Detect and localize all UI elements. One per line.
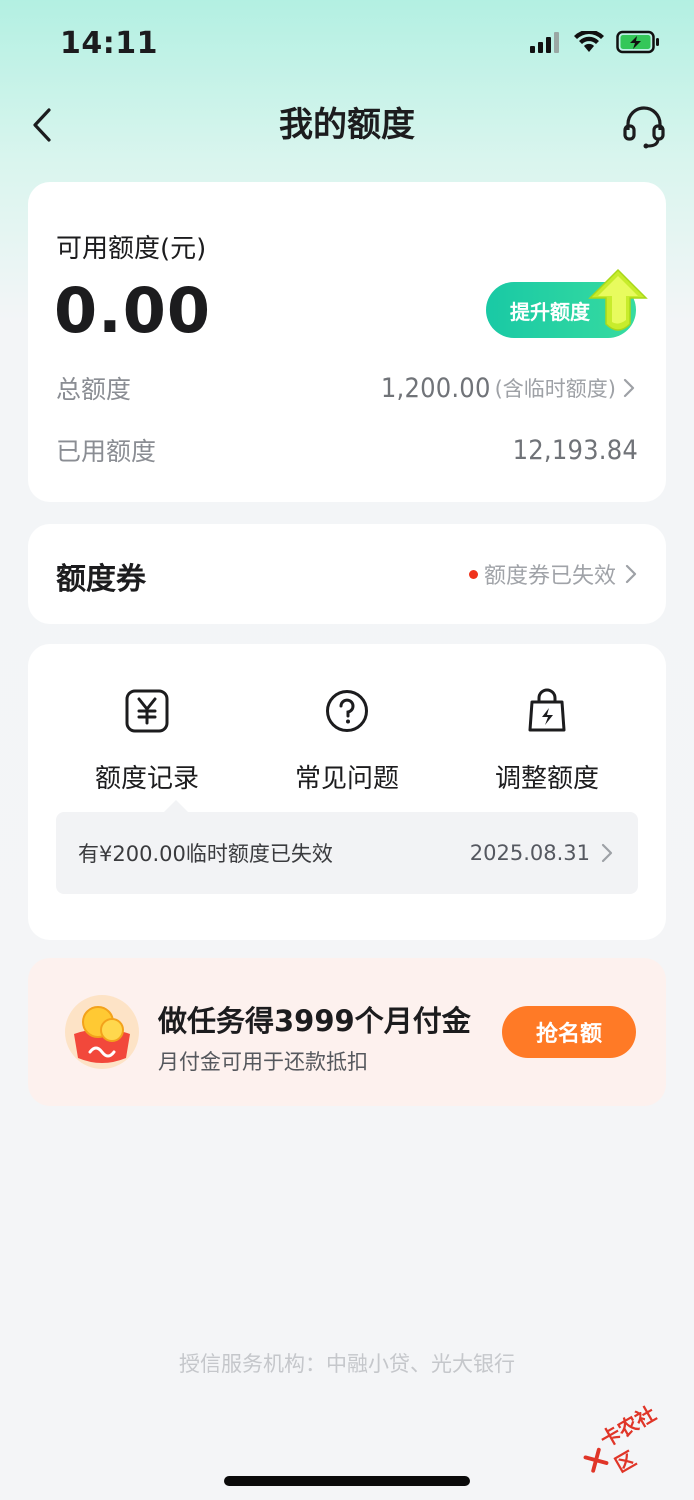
quota-records-button[interactable]: 额度记录 <box>57 688 237 795</box>
promo-title: 做任务得3999个月付金 <box>158 1004 471 1038</box>
voucher-title: 额度券 <box>56 562 146 597</box>
wifi-icon <box>574 31 604 52</box>
watermark: 卡农社区 <box>576 1395 686 1484</box>
adjust-quota-button[interactable]: 调整额度 <box>457 688 637 795</box>
total-quota-note: (含临时额度) <box>494 377 616 401</box>
quota-records-label: 额度记录 <box>94 764 199 794</box>
page-title: 我的额度 <box>279 105 415 145</box>
bag-lightning-icon <box>528 688 566 732</box>
used-quota-label: 已用额度 <box>56 437 157 466</box>
used-quota-value: 12,193.84 <box>512 434 638 466</box>
up-arrow-icon <box>588 268 648 331</box>
customer-service-button[interactable] <box>620 102 668 150</box>
promo-banner[interactable]: 做任务得3999个月付金 月付金可用于还款抵扣 抢名额 <box>28 958 666 1106</box>
total-quota-row[interactable]: 总额度 1,200.00 (含临时额度) <box>56 368 638 408</box>
tip-caret <box>164 800 188 812</box>
headset-icon <box>623 106 665 149</box>
battery-charging-icon <box>616 30 659 54</box>
tip-date-group: 2025.08.31 <box>470 841 616 865</box>
coin-pouch-icon <box>65 995 139 1069</box>
quota-card: 可用额度(元) 0.00 提升额度 总额度 1,200.00 (含临时额度) 已… <box>28 182 666 502</box>
question-circle-icon <box>326 690 368 732</box>
faq-button[interactable]: 常见问题 <box>257 688 437 795</box>
home-indicator[interactable] <box>224 1476 470 1486</box>
chevron-right-icon <box>601 843 613 863</box>
promo-subtitle: 月付金可用于还款抵扣 <box>158 1050 368 1074</box>
available-quota-label: 可用额度(元) <box>56 234 207 264</box>
voucher-status-text: 额度券已失效 <box>483 564 616 589</box>
faq-label: 常见问题 <box>294 764 399 794</box>
available-quota-value: 0.00 <box>54 274 211 347</box>
chevron-right-icon <box>623 378 635 398</box>
chevron-right-icon <box>625 564 637 584</box>
alert-dot-icon <box>468 569 478 579</box>
expired-temp-quota-tip[interactable]: 有¥200.00临时额度已失效 2025.08.31 <box>56 800 638 894</box>
grab-spot-label: 抢名额 <box>535 1022 602 1047</box>
credit-institution-footer: 授信服务机构：中融小贷、光大银行 <box>179 1352 515 1376</box>
nav-bar: 我的额度 <box>0 90 694 160</box>
quota-actions-card: 额度记录 常见问题 调整额度 有¥200.00临时额度已失效 2025.08.3… <box>28 644 666 940</box>
status-time: 14:11 <box>60 26 158 61</box>
total-quota-label: 总额度 <box>56 375 132 404</box>
voucher-status: 额度券已失效 <box>468 558 640 590</box>
used-quota-row: 已用额度 12,193.84 <box>56 430 638 470</box>
status-bar: 14:11 <box>0 0 694 90</box>
quota-voucher-card[interactable]: 额度券 额度券已失效 <box>28 524 666 624</box>
signal-icon <box>530 32 559 53</box>
tip-date: 2025.08.31 <box>469 841 590 865</box>
grab-spot-button[interactable]: 抢名额 <box>502 1006 636 1058</box>
total-quota-value: 1,200.00 <box>380 372 491 404</box>
yuan-receipt-icon <box>125 689 169 733</box>
tip-text: 有¥200.00临时额度已失效 <box>78 842 333 866</box>
adjust-quota-label: 调整额度 <box>494 764 599 794</box>
raise-quota-label: 提升额度 <box>510 299 590 324</box>
status-icons <box>530 30 660 54</box>
total-quota-detail: 1,200.00 (含临时额度) <box>381 373 638 404</box>
